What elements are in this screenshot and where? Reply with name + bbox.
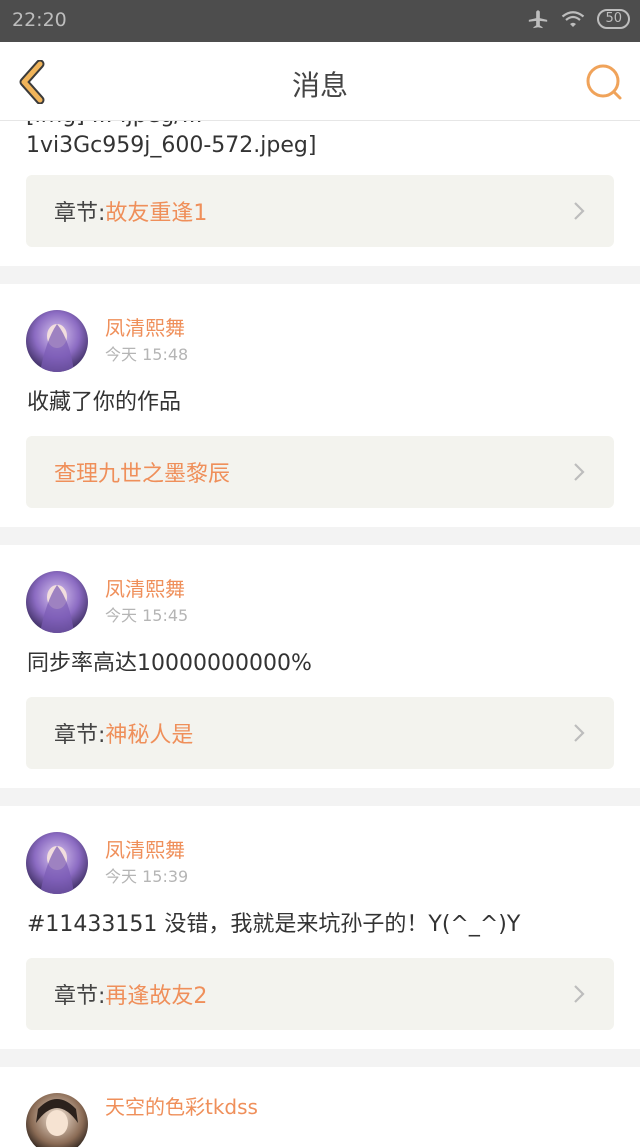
avatar[interactable] xyxy=(26,571,88,633)
work-title: 查理九世之墨黎辰 xyxy=(54,462,231,487)
chapter-title: 再逢故友2 xyxy=(105,984,208,1009)
airplane-mode-icon xyxy=(529,10,548,29)
chapter-prefix: 章节: xyxy=(54,201,106,226)
chapter-title: 故友重逢1 xyxy=(105,201,208,226)
chevron-right-icon xyxy=(574,202,585,220)
chapter-link[interactable]: 章节:神秘人是 xyxy=(26,697,614,769)
page-title: 消息 xyxy=(291,69,348,102)
work-link[interactable]: 查理九世之墨黎辰 xyxy=(26,436,614,508)
chapter-title: 神秘人是 xyxy=(105,723,194,748)
message-card: [img] ... .jpeg/... 1vi3Gc959j_600-572.j… xyxy=(0,121,640,266)
message-card: 凤清熙舞 今天 15:39 #11433151 没错，我就是来坑孙子的！Y(^_… xyxy=(0,806,640,1049)
wifi-icon xyxy=(562,11,585,27)
timestamp: 今天 15:48 xyxy=(105,345,189,364)
username[interactable]: 凤清熙舞 xyxy=(105,836,188,864)
message-text: 同步率高达10000000000% xyxy=(27,651,312,676)
chapter-prefix: 章节: xyxy=(54,723,106,748)
nav-bar: 消息 xyxy=(0,42,640,121)
avatar[interactable] xyxy=(26,832,88,894)
chevron-right-icon xyxy=(574,985,585,1003)
message-list: [img] ... .jpeg/... 1vi3Gc959j_600-572.j… xyxy=(0,121,640,1147)
battery-indicator: 50 xyxy=(597,9,630,29)
chapter-prefix: 章节: xyxy=(54,984,106,1009)
username[interactable]: 天空的色彩tkdss xyxy=(105,1093,258,1121)
message-text: 收藏了你的作品 xyxy=(27,390,182,415)
avatar[interactable] xyxy=(26,1093,88,1147)
search-icon[interactable] xyxy=(584,62,624,102)
status-bar: 22:20 50 xyxy=(0,0,640,42)
message-card: 天空的色彩tkdss xyxy=(0,1067,640,1147)
timestamp: 今天 15:45 xyxy=(105,606,189,625)
message-card: 凤清熙舞 今天 15:45 同步率高达10000000000% 章节:神秘人是 xyxy=(0,545,640,788)
message-card: 凤清熙舞 今天 15:48 收藏了你的作品 查理九世之墨黎辰 xyxy=(0,284,640,527)
chevron-right-icon xyxy=(574,724,585,742)
username[interactable]: 凤清熙舞 xyxy=(105,575,188,603)
message-text: #11433151 没错，我就是来坑孙子的！Y(^_^)Y xyxy=(27,912,521,937)
username[interactable]: 凤清熙舞 xyxy=(105,314,188,342)
status-time: 22:20 xyxy=(12,9,67,31)
message-text: [img] ... .jpeg/... 1vi3Gc959j_600-572.j… xyxy=(26,121,317,158)
chevron-right-icon xyxy=(574,463,585,481)
chapter-link[interactable]: 章节:故友重逢1 xyxy=(26,175,614,247)
status-icons: 50 xyxy=(527,8,630,30)
timestamp: 今天 15:39 xyxy=(105,867,189,886)
chapter-link[interactable]: 章节:再逢故友2 xyxy=(26,958,614,1030)
avatar[interactable] xyxy=(26,310,88,372)
